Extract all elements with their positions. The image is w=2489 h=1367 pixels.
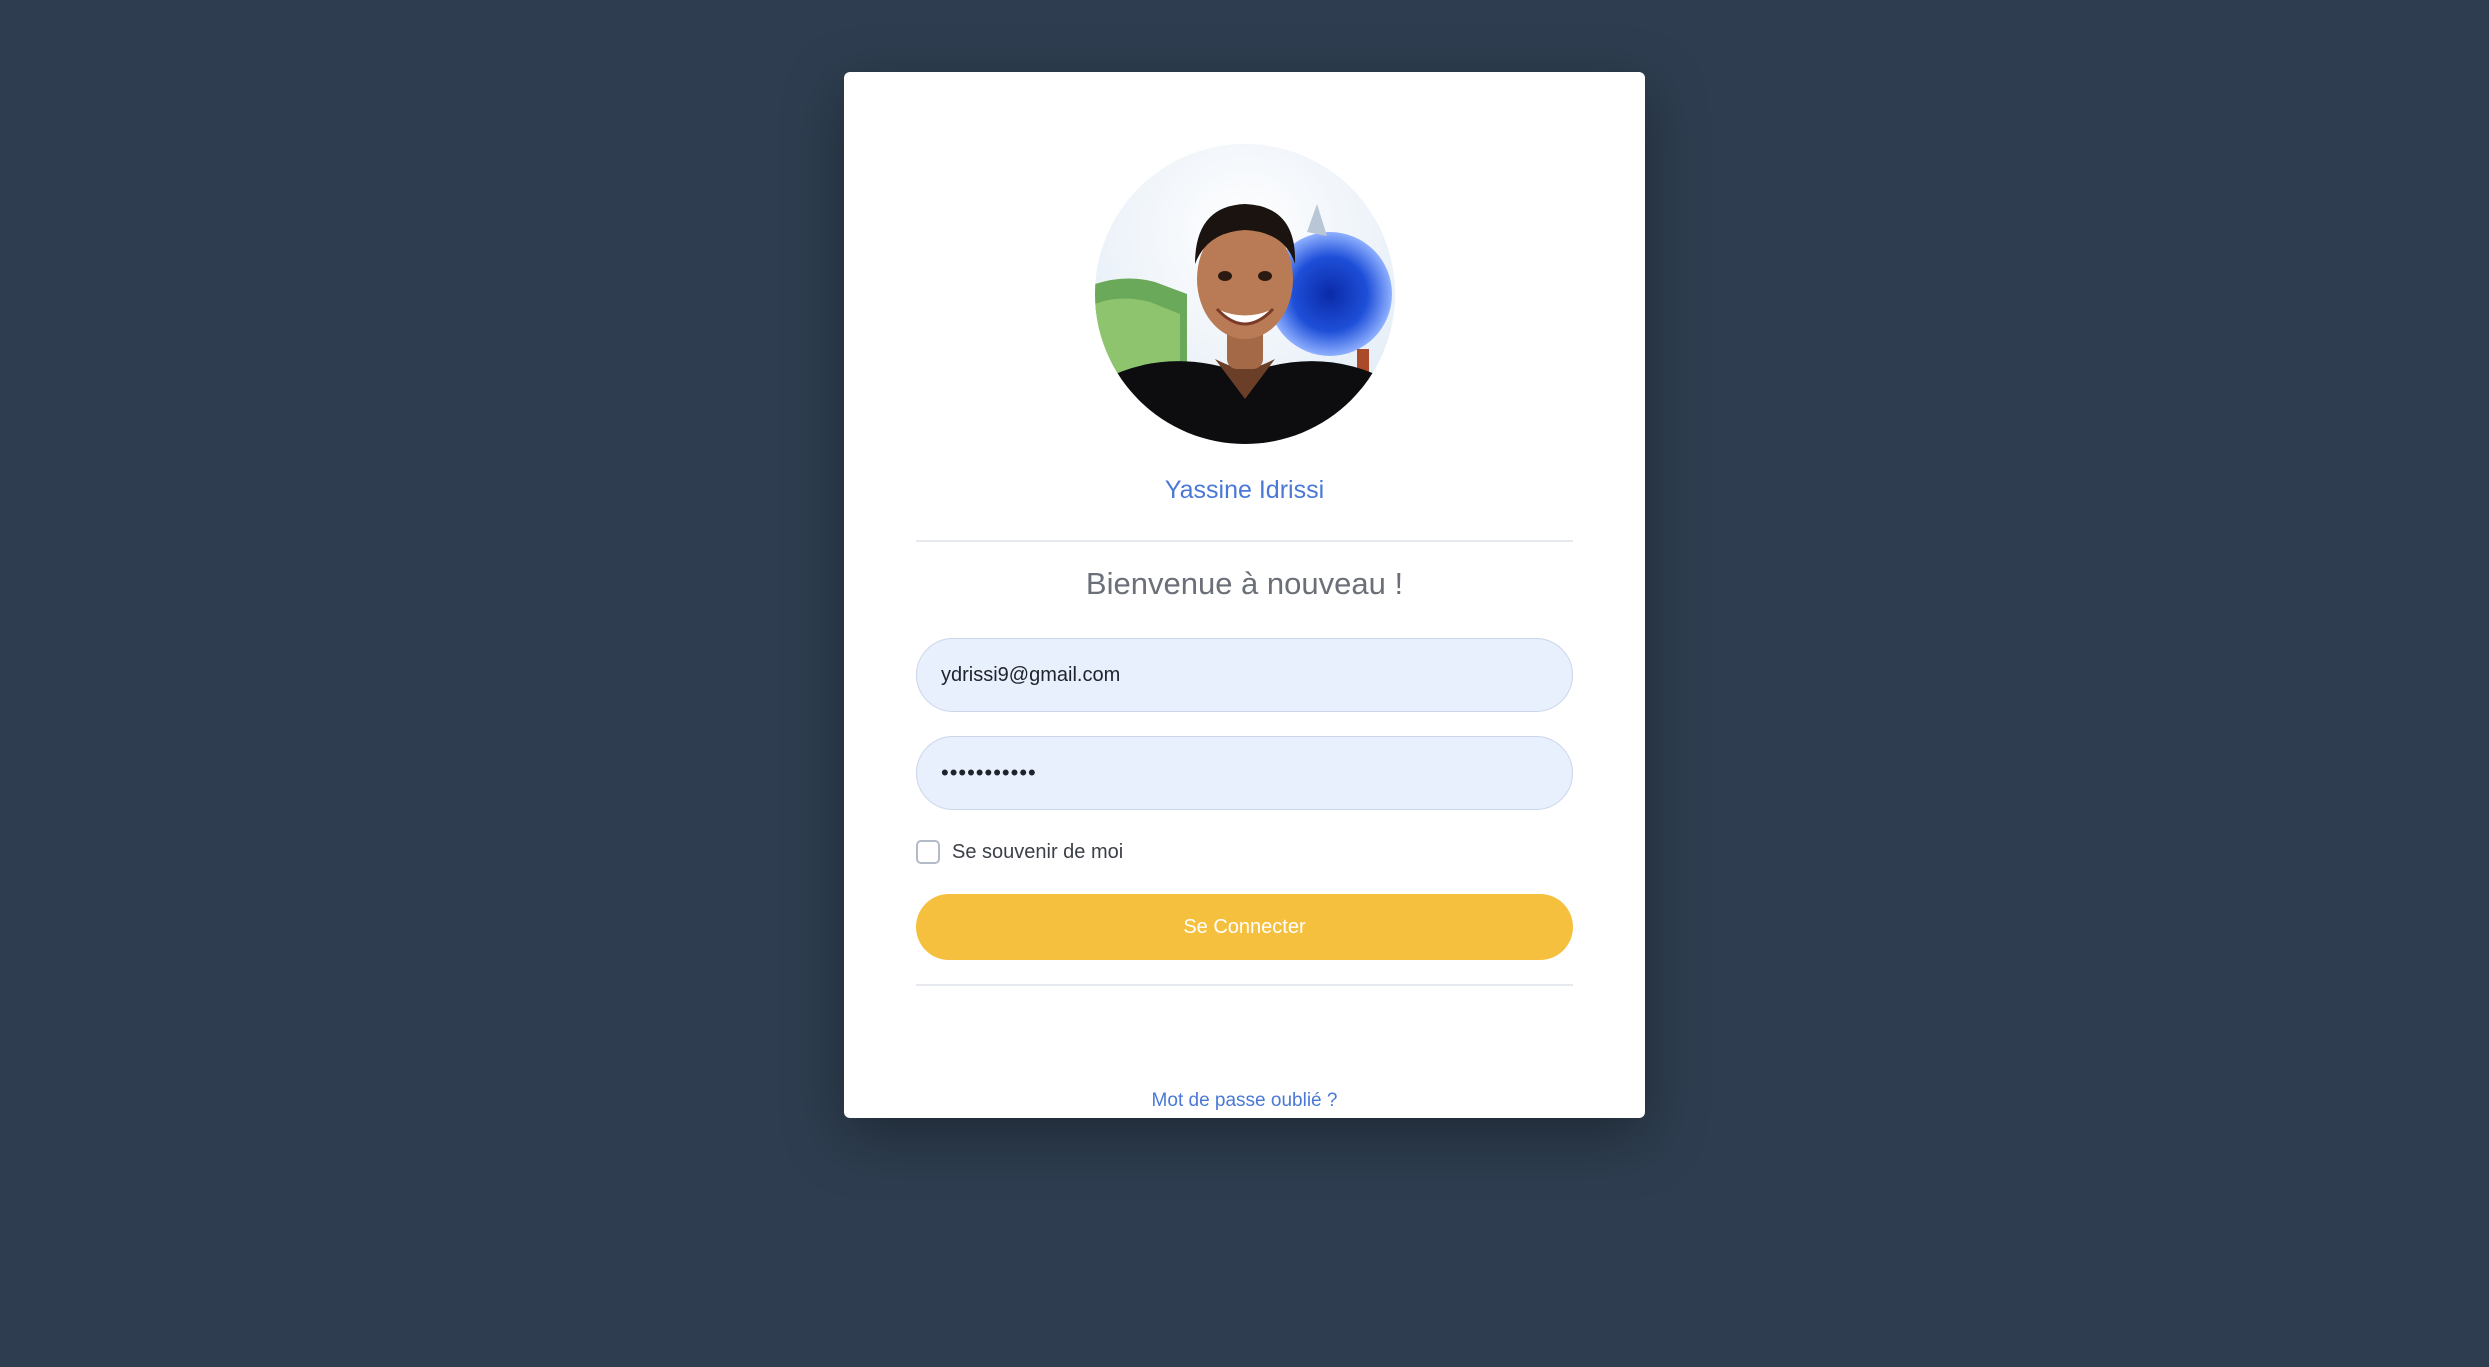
remember-me-label: Se souvenir de moi	[952, 840, 1124, 863]
remember-me-checkbox[interactable]	[916, 840, 940, 864]
divider	[916, 540, 1573, 542]
welcome-heading: Bienvenue à nouveau !	[1085, 566, 1404, 601]
login-button[interactable]: Se Connecter	[916, 894, 1573, 960]
login-card: Yassine Idrissi Bienvenue à nouveau ! Se…	[844, 72, 1645, 1118]
password-field[interactable]	[916, 736, 1573, 810]
email-field[interactable]	[916, 638, 1573, 712]
forgot-password: Mot de passe oublié ?	[916, 1090, 1573, 1112]
profile-name: Yassine Idrissi	[1164, 476, 1325, 504]
divider	[916, 984, 1573, 986]
remember-me[interactable]: Se souvenir de moi	[916, 840, 1123, 864]
forgot-password-link[interactable]: Mot de passe oublié ?	[1152, 1090, 1338, 1111]
